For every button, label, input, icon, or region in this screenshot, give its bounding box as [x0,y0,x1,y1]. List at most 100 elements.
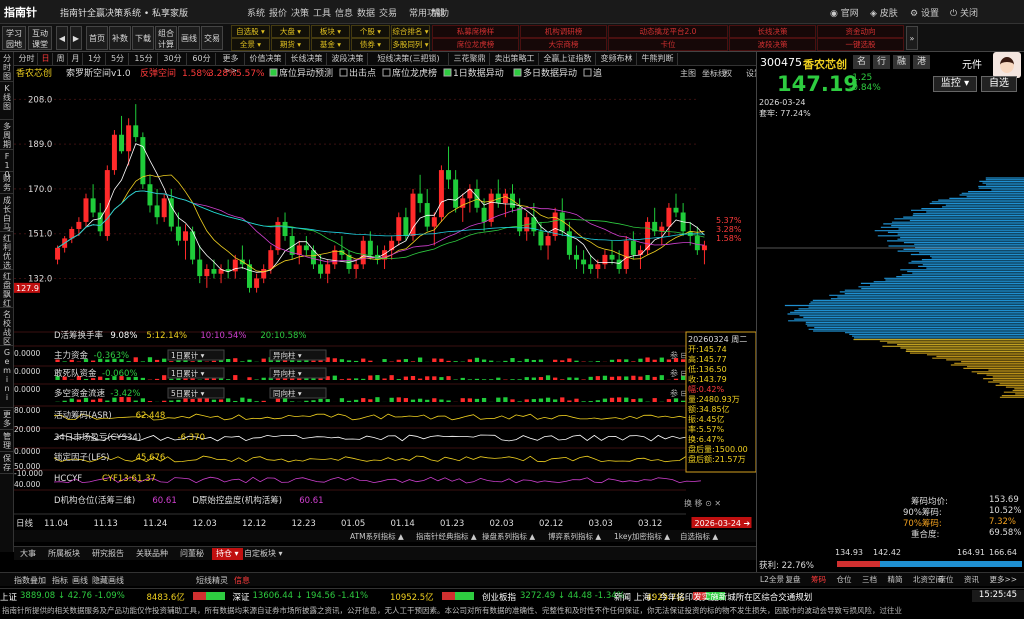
quick-btn[interactable]: 自选股 ▾ [231,25,270,38]
indicator-header-3[interactable]: 多空资金流速 -3.42% 5日累计 ▾ 同向柱 ▾ [54,387,327,399]
feature-btn[interactable]: 资金动向 [817,25,904,38]
right-tab-0[interactable]: L2全景 [760,574,784,585]
strategy-3[interactable]: 短线决策(三把锁) [369,53,449,65]
period-0[interactable]: 分时 [16,53,38,65]
monitor-button[interactable]: 监控 ▾ [933,76,977,92]
bottom-tab-6[interactable]: 自定板块 ▾ [240,548,287,560]
nav-2[interactable]: 下载 [132,26,154,50]
kline-chart[interactable]: 香农芯创 索罗斯空间v1.0 反弹空间 1.58%3.28% 5.57% 席位异动预测 出击… [14,66,762,542]
quick-btn[interactable]: 债券 ▾ [351,38,390,51]
index-label-2[interactable]: 创业板指 [482,591,516,603]
left-tab-3[interactable]: F10 [0,150,14,179]
period-6[interactable]: 15分 [130,53,158,65]
win-btn-1[interactable]: ◈ 皮肤 [870,6,898,19]
left-tab-8[interactable]: 名校战区 [0,308,14,346]
strategy-8[interactable]: 牛熊判断 [638,53,678,65]
indicator-header-4[interactable]: 活动筹码(ASR) 62.448 [54,410,165,421]
bottom-tab-5[interactable]: 持仓 ▾ [212,548,243,560]
check-box[interactable] [583,68,592,77]
check-box[interactable] [339,68,348,77]
left-tab-12[interactable]: 保存 [0,452,14,474]
nav-0[interactable]: 首页 [86,26,108,50]
strategy-4[interactable]: 三花聚鼎 [450,53,490,65]
strategy-2[interactable]: 波段决策 [328,53,368,65]
index-label-1[interactable]: 深证 [233,591,250,603]
hint-item-2[interactable]: 画线 [72,575,88,586]
win-btn-0[interactable]: ◉ 官网 [830,6,859,19]
right-tab-8[interactable]: 资讯 [964,574,979,585]
period-3[interactable]: 月 [69,53,83,65]
menu-5[interactable]: 数据 [357,6,375,19]
quick-btn[interactable]: 个股 ▾ [351,25,390,38]
left-tab-2[interactable]: 多周期 [0,120,14,150]
feature-btn[interactable]: 机构调研榜 [520,25,607,38]
quick-btn[interactable]: 多股同列 ▾ [391,38,430,51]
feature-btn[interactable]: 私募席榜样 [432,25,519,38]
bottom-tab-1[interactable]: 所属板块 [44,548,84,560]
stock-tag-1[interactable]: 行 [873,55,890,69]
tool-2[interactable]: 权 [724,68,732,78]
menu-3[interactable]: 工具 [313,6,331,19]
nav-5[interactable]: 交易 [201,26,223,50]
menu-1[interactable]: 报价 [269,6,287,19]
stock-tag-2[interactable]: 融 [893,55,910,69]
check-box[interactable] [382,68,391,77]
left-tab-5[interactable]: 成长白马 [0,194,14,232]
menu-2[interactable]: 决策 [291,6,309,19]
left-tab-1[interactable]: K线图 [0,82,14,120]
indicator-menu-item[interactable]: 1key加密指标 ▲ [614,531,670,541]
quick-btn[interactable]: 综合排名 ▾ [391,25,430,38]
win-btn-3[interactable]: ⏻ 关闭 [950,6,978,19]
nav-4[interactable]: 画线 [178,26,200,50]
tool-1[interactable]: 坐标线 [702,68,726,78]
left-tab-7[interactable]: 红盘飘红 [0,270,14,308]
back-arrow-icon[interactable]: ◀ [56,26,68,50]
toolbar-btn-0[interactable]: 学习 园地 [2,26,26,50]
stock-tag-3[interactable]: 港 [913,55,930,69]
right-tab-9[interactable]: 更多>> [990,574,1018,585]
period-7[interactable]: 30分 [159,53,187,65]
left-tab-6[interactable]: 红利优选 [0,232,14,270]
indicator-header-0[interactable]: D活筹换手率 9.08% 5:12.14% 10:10.54% 20:10.58% [54,330,306,341]
left-tab-9[interactable]: Gemini [0,346,14,408]
indicator-menu-item[interactable]: ATM系列指标 ▲ [350,531,404,541]
right-tab-2[interactable]: 筹码 [811,574,826,585]
period-8[interactable]: 60分 [188,53,216,65]
watchlist-button[interactable]: 自选 [981,76,1017,92]
check-box[interactable] [513,68,522,77]
panel-controls-icon[interactable]: 换 移 ⊙ ✕ [684,498,721,508]
avatar[interactable] [993,52,1021,78]
hint-item-4[interactable]: 短线精灵 [196,575,228,586]
indicator-header-2[interactable]: 敢死队资金 -0.060% 1日累计 ▾ 异向柱 ▾ [54,367,327,379]
bottom-tab-3[interactable]: 关联品种 [132,548,172,560]
chart-area[interactable]: 香农芯创 索罗斯空间v1.0 反弹空间 1.58% 3.28% 5.57% 席位异动预测 出击… [14,66,762,542]
more-chevron-icon[interactable]: » [906,26,918,50]
quick-btn[interactable]: 基金 ▾ [311,38,350,51]
hint-item-1[interactable]: 指标 [52,575,68,586]
nav-3[interactable]: 组合 计算 [155,26,177,50]
feature-btn[interactable]: 卡位 [608,38,728,51]
quick-btn[interactable]: 板块 ▾ [311,25,350,38]
bottom-tab-0[interactable]: 大事 [16,548,40,560]
strategy-7[interactable]: 变频布林 [597,53,637,65]
menu-8[interactable]: 帮助 [431,6,449,19]
index-label-0[interactable]: 上证 [0,591,17,603]
check-box[interactable] [443,68,452,77]
strategy-1[interactable]: 长线决策 [287,53,327,65]
feature-btn[interactable]: 席位龙虎榜 [432,38,519,51]
win-btn-2[interactable]: ⚙ 设置 [910,6,939,19]
period-5[interactable]: 5分 [107,53,129,65]
stock-tag-0[interactable]: 名 [853,55,870,69]
left-tab-10[interactable]: 更多 [0,408,14,430]
quick-btn[interactable]: 大盘 ▾ [271,25,310,38]
right-tab-3[interactable]: 仓位 [837,574,852,585]
right-tab-4[interactable]: 三档 [862,574,877,585]
hint-item-0[interactable]: 指数叠加 [14,575,46,586]
strategy-5[interactable]: 卖出策略工 [491,53,539,65]
forward-arrow-icon[interactable]: ▶ [70,26,82,50]
quick-btn[interactable]: 期货 ▾ [271,38,310,51]
indicator-header-1[interactable]: 主力资金 -0.363% 1日累计 ▾ 异向柱 ▾ [54,349,327,361]
indicator-menu-item[interactable]: 操盘系列指标 ▲ [482,531,535,541]
menu-6[interactable]: 交易 [379,6,397,19]
menu-0[interactable]: 系统 [247,6,265,19]
